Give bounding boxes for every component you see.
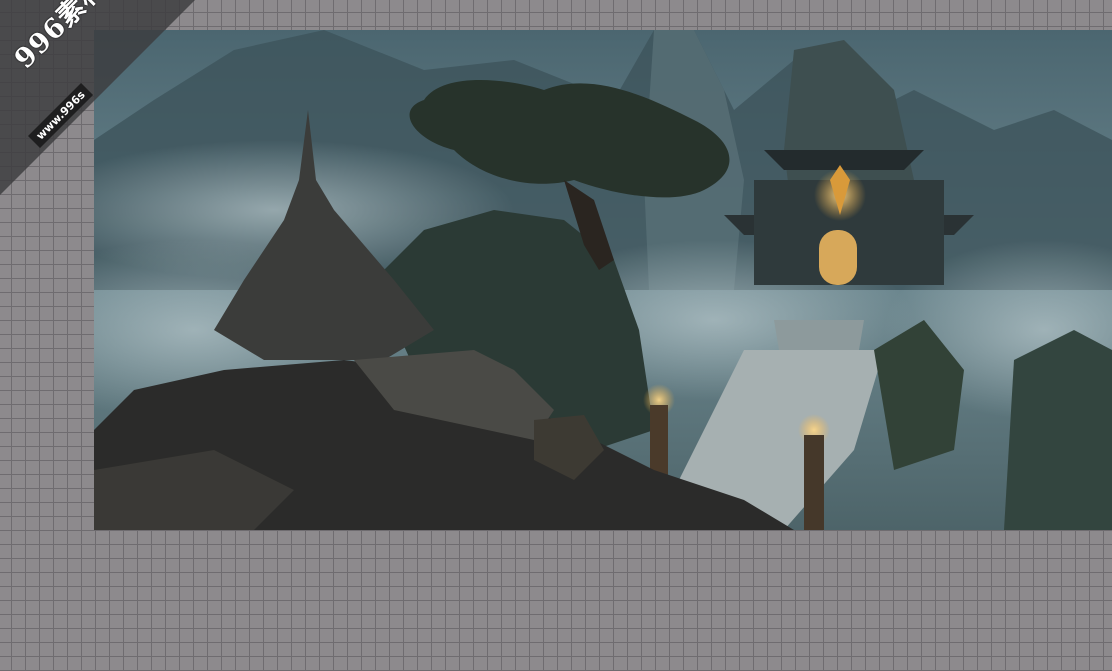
fantasy-temple-image bbox=[94, 30, 1112, 530]
canvas-image bbox=[94, 30, 1112, 530]
watermark-url-text: www.996s bbox=[28, 82, 94, 149]
